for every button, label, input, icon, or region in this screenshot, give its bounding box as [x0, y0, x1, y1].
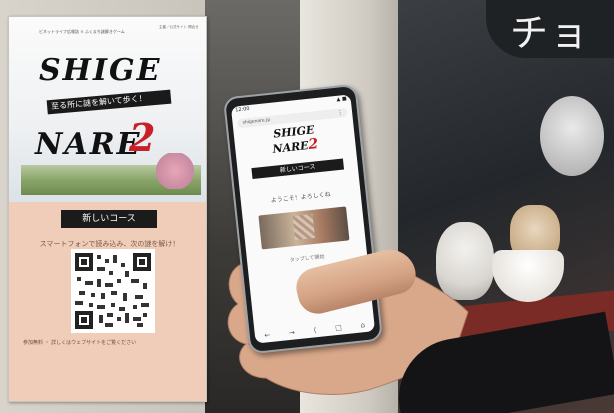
poster-logo-nare: NARE	[35, 127, 142, 162]
browser-nav-bar: ← → ⟨ □ ⌂	[255, 320, 375, 340]
back-icon[interactable]: ←	[264, 331, 271, 340]
poster-header: ビネットライフ広報誌 × ふくまち謎解きゲーム	[39, 29, 125, 34]
url-text: shigenare.jp	[242, 117, 271, 126]
site-welcome-text: ようこそ！よろしくね	[270, 191, 331, 205]
poster-scenery	[21, 153, 201, 195]
site-logo-number: 2	[307, 136, 320, 153]
site-photo[interactable]	[258, 206, 350, 250]
tabs-icon[interactable]: □	[335, 324, 342, 333]
display-figure-mask	[540, 96, 604, 176]
poster-footer: 参加無料 ・ 詳しくはウェブサイトをご覧ください	[23, 340, 137, 346]
qr-code-pattern	[75, 253, 151, 329]
share-icon[interactable]: ⟨	[313, 326, 317, 334]
shop-sign-text: チョ	[510, 11, 591, 55]
home-icon[interactable]: ⌂	[360, 321, 365, 329]
poster-logo-shige: SHIGE	[39, 53, 162, 88]
smartphone: 12:00 ▲ ■ shigenare.jp ⋮ SHIGE NARE2 新しい…	[222, 83, 384, 355]
poster-course-band: 新しいコース	[61, 210, 157, 228]
poster-corner-info: 主催／公式サイト 問合せ	[159, 25, 199, 29]
poster-logo-number: 2	[129, 115, 156, 160]
browser-menu-icon[interactable]: ⋮	[337, 108, 344, 118]
forward-icon[interactable]: →	[289, 328, 296, 337]
event-poster: ビネットライフ広報誌 × ふくまち謎解きゲーム 主催／公式サイト 問合せ SHI…	[8, 16, 207, 402]
qr-code[interactable]	[71, 249, 155, 333]
photo-scene: チョ ビネットライフ広報誌 × ふくまち謎解きゲーム 主催／公式サイト 問合せ …	[0, 0, 614, 413]
status-icons: ▲ ■	[336, 95, 347, 103]
status-time: 12:00	[234, 105, 250, 114]
poster-course-line: スマートフォンで読み込み、次の謎を解け！	[39, 240, 180, 248]
